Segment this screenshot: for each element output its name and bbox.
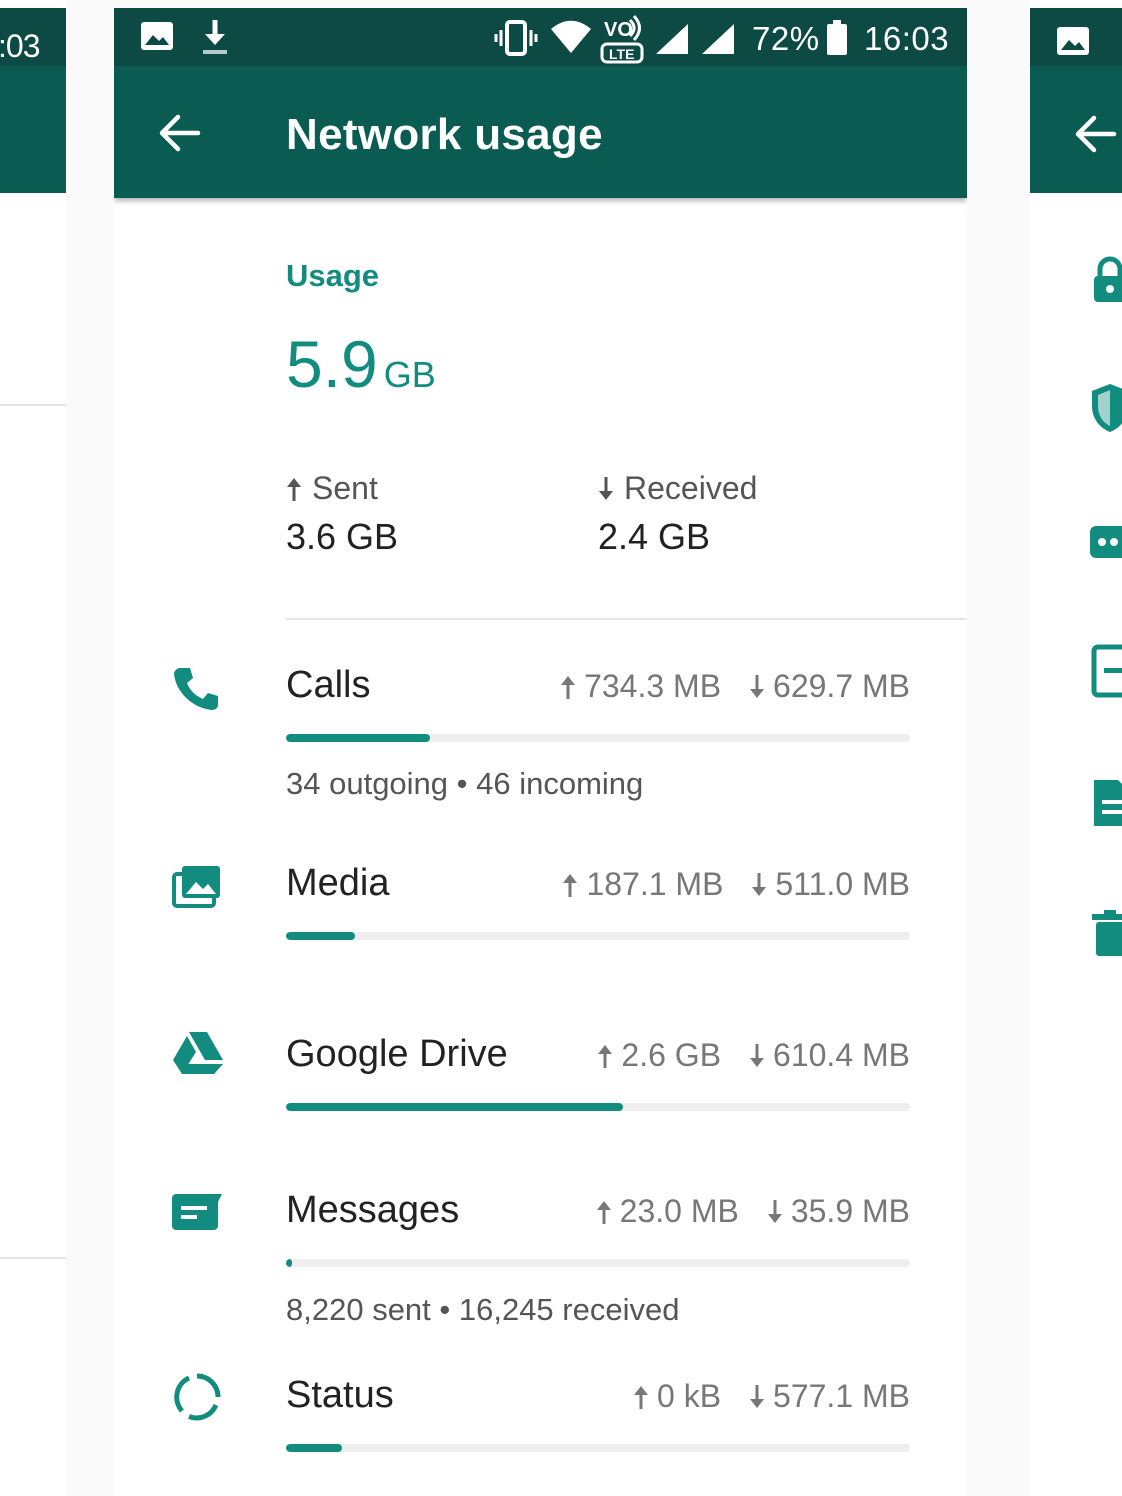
download-arrow-icon xyxy=(599,476,613,500)
message-icon xyxy=(172,1194,222,1230)
divider xyxy=(286,618,967,620)
download-arrow-icon xyxy=(750,674,765,698)
media-sent-value: 187.1 MB xyxy=(586,866,724,902)
lock-icon xyxy=(1094,256,1122,302)
signal-icon xyxy=(702,24,734,54)
left-divider xyxy=(0,404,66,406)
status-sent-value: 0 kB xyxy=(657,1378,722,1414)
media-label: Media xyxy=(286,862,390,904)
back-arrow-icon[interactable] xyxy=(158,111,202,155)
sent-summary: Sent xyxy=(286,470,378,507)
google-drive-label: Google Drive xyxy=(286,1033,508,1075)
received-summary: Received xyxy=(598,470,757,507)
media-progress-fill xyxy=(286,932,355,940)
media-icon xyxy=(172,866,220,908)
google-drive-progress-fill xyxy=(286,1103,623,1111)
left-status-bar: :03 xyxy=(0,8,66,66)
received-label: Received xyxy=(624,470,758,506)
google-drive-icon xyxy=(173,1032,223,1074)
calls-label: Calls xyxy=(286,664,371,706)
messages-detail: 8,220 sent • 16,245 received xyxy=(286,1292,680,1327)
download-arrow-icon xyxy=(750,1043,765,1067)
received-value: 2.4 GB xyxy=(598,516,711,557)
back-arrow-icon[interactable] xyxy=(1074,112,1118,156)
messages-received-value: 35.9 MB xyxy=(790,1193,910,1229)
document-icon xyxy=(1091,644,1122,698)
left-divider xyxy=(0,1257,66,1259)
left-toolbar xyxy=(0,66,66,193)
calls-progress-bar xyxy=(286,734,910,742)
signal-icon xyxy=(656,24,688,54)
upload-arrow-icon xyxy=(287,477,301,501)
vibrate-icon xyxy=(494,20,538,56)
messages-sent-value: 23.0 MB xyxy=(619,1193,739,1229)
dots-icon xyxy=(1090,526,1122,558)
google-drive-usage-stats: 2.6 GB 610.4 MB xyxy=(597,1037,910,1074)
battery-icon xyxy=(827,20,847,55)
google-drive-progress-bar xyxy=(286,1103,910,1111)
google-drive-sent-value: 2.6 GB xyxy=(621,1037,722,1073)
svg-text:VO: VO xyxy=(604,19,633,41)
upload-arrow-icon xyxy=(561,675,576,699)
total-usage-value: 5.9 xyxy=(286,327,378,401)
trash-icon xyxy=(1092,910,1122,956)
messages-progress-bar xyxy=(286,1259,910,1267)
volte-icon: VO LTE xyxy=(600,14,644,64)
shield-icon xyxy=(1092,384,1122,432)
status-label: Status xyxy=(286,1374,394,1416)
wifi-icon xyxy=(551,20,591,53)
right-toolbar xyxy=(1030,66,1122,193)
status-bar: VO LTE 72% 16:03 xyxy=(114,8,967,66)
upload-arrow-icon xyxy=(596,1200,611,1224)
status-progress-fill xyxy=(286,1444,343,1452)
left-status-time: :03 xyxy=(0,28,40,64)
total-usage-unit: GB xyxy=(383,354,436,395)
status-time: 16:03 xyxy=(864,20,950,57)
total-usage: 5.9 GB xyxy=(286,326,436,402)
calls-received-value: 629.7 MB xyxy=(773,668,910,704)
download-notification-icon xyxy=(203,20,227,54)
left-panel: :03 xyxy=(0,0,66,1496)
file-icon xyxy=(1094,780,1122,826)
sent-label: Sent xyxy=(312,470,378,506)
status-usage-stats: 0 kB 577.1 MB xyxy=(633,1378,910,1415)
calls-detail: 34 outgoing • 46 incoming xyxy=(286,766,644,801)
google-drive-received-value: 610.4 MB xyxy=(773,1037,910,1073)
right-panel xyxy=(1030,0,1122,1496)
page-title: Network usage xyxy=(286,110,603,159)
media-usage-stats: 187.1 MB 511.0 MB xyxy=(562,866,910,903)
download-arrow-icon xyxy=(752,872,767,896)
battery-percent: 72% xyxy=(752,20,820,57)
image-notification-icon xyxy=(1057,27,1089,55)
phone-icon xyxy=(174,668,218,710)
upload-arrow-icon xyxy=(598,1044,613,1068)
messages-label: Messages xyxy=(286,1189,460,1231)
usage-section-label: Usage xyxy=(286,258,380,293)
svg-text:LTE: LTE xyxy=(609,46,634,62)
download-arrow-icon xyxy=(750,1384,765,1408)
network-usage-screen: VO LTE 72% 16:03 Network usage Usage 5.9… xyxy=(114,8,967,1496)
image-notification-icon xyxy=(141,22,173,50)
status-icon xyxy=(174,1373,221,1421)
upload-arrow-icon xyxy=(634,1385,648,1409)
calls-usage-stats: 734.3 MB 629.7 MB xyxy=(560,668,910,705)
media-progress-bar xyxy=(286,932,910,940)
messages-usage-stats: 23.0 MB 35.9 MB xyxy=(596,1193,910,1230)
messages-progress-fill xyxy=(286,1259,293,1267)
upload-arrow-icon xyxy=(563,873,578,897)
right-status-bar xyxy=(1030,8,1122,66)
sent-value: 3.6 GB xyxy=(286,516,399,557)
toolbar: Network usage xyxy=(114,66,967,198)
media-received-value: 511.0 MB xyxy=(775,866,910,902)
status-received-value: 577.1 MB xyxy=(773,1378,910,1414)
status-progress-bar xyxy=(286,1444,910,1452)
calls-sent-value: 734.3 MB xyxy=(584,668,722,704)
download-arrow-icon xyxy=(767,1199,782,1223)
calls-progress-fill xyxy=(286,734,430,742)
